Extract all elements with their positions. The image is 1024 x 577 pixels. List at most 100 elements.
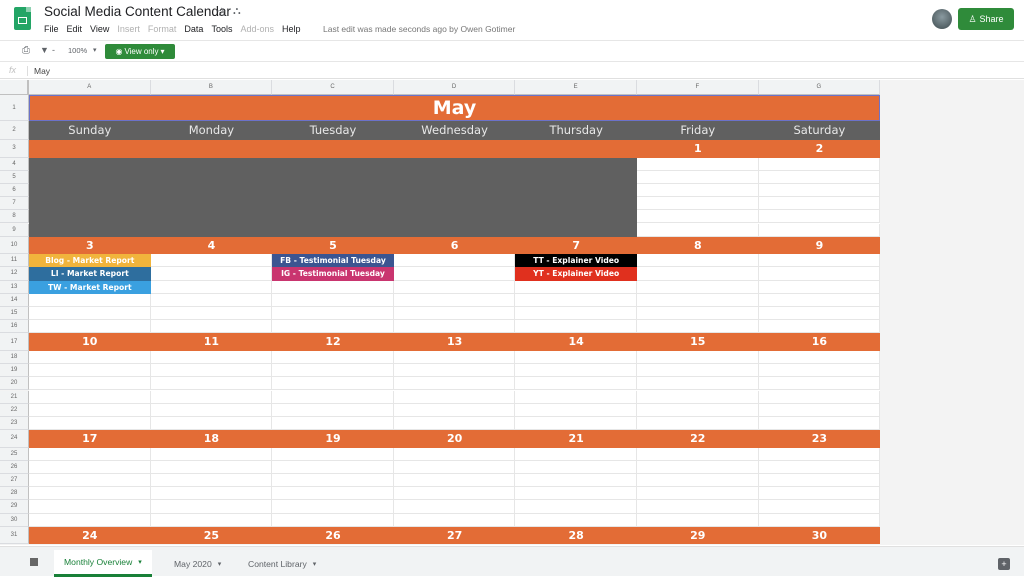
cell[interactable]: [393, 267, 516, 281]
cell[interactable]: [272, 293, 394, 307]
cell[interactable]: [758, 403, 881, 417]
cell[interactable]: [637, 377, 759, 391]
row-header-9[interactable]: 9: [0, 223, 29, 237]
cell[interactable]: [393, 364, 516, 378]
cell[interactable]: [272, 403, 394, 417]
cell[interactable]: [515, 416, 637, 431]
select-all-corner[interactable]: [0, 80, 29, 95]
cell[interactable]: [272, 350, 394, 365]
cell[interactable]: [150, 403, 273, 417]
cell[interactable]: [272, 320, 394, 334]
cell[interactable]: [637, 170, 759, 184]
date-number[interactable]: 2: [759, 142, 881, 155]
cell[interactable]: [150, 447, 273, 461]
cell[interactable]: [637, 460, 759, 474]
cell[interactable]: [272, 364, 394, 378]
cell[interactable]: [758, 267, 881, 281]
cell[interactable]: [515, 500, 637, 514]
cell[interactable]: [150, 320, 273, 334]
cell[interactable]: [29, 307, 151, 321]
cell[interactable]: [637, 500, 759, 514]
date-number[interactable]: 14: [515, 335, 637, 348]
cell[interactable]: [393, 474, 516, 488]
cell[interactable]: [150, 460, 273, 474]
cell[interactable]: [393, 307, 516, 321]
cell[interactable]: [29, 403, 151, 417]
cell[interactable]: [515, 293, 637, 307]
cell[interactable]: [515, 377, 637, 391]
cell[interactable]: [637, 390, 759, 404]
date-number[interactable]: 1: [637, 142, 759, 155]
column-header-c[interactable]: C: [272, 80, 394, 95]
date-number[interactable]: 4: [151, 239, 273, 252]
cell[interactable]: [758, 320, 881, 334]
cell[interactable]: [515, 350, 637, 365]
cell[interactable]: [758, 390, 881, 404]
calendar-event[interactable]: TW - Market Report: [29, 280, 151, 294]
cell[interactable]: [29, 447, 151, 461]
date-number[interactable]: 20: [394, 432, 516, 445]
cell[interactable]: [393, 500, 516, 514]
row-header-23[interactable]: 23: [0, 416, 29, 431]
row-header-10[interactable]: 10: [0, 236, 29, 255]
cell[interactable]: [150, 364, 273, 378]
cell[interactable]: [758, 210, 881, 224]
cell[interactable]: [758, 293, 881, 307]
date-number[interactable]: 10: [29, 335, 151, 348]
cell[interactable]: [637, 513, 759, 527]
date-number[interactable]: 21: [515, 432, 637, 445]
row-header-31[interactable]: 31: [0, 526, 29, 545]
cell[interactable]: [29, 390, 151, 404]
cell[interactable]: [393, 487, 516, 501]
cell[interactable]: [29, 416, 151, 431]
sheets-logo-icon[interactable]: [14, 7, 31, 30]
cell[interactable]: [637, 364, 759, 378]
tab-monthly-overview[interactable]: Monthly Overview ▾: [54, 550, 152, 577]
row-header-26[interactable]: 26: [0, 460, 29, 474]
cell[interactable]: [393, 320, 516, 334]
cell[interactable]: [515, 403, 637, 417]
cell[interactable]: [515, 487, 637, 501]
cell[interactable]: [150, 307, 273, 321]
cell[interactable]: [29, 460, 151, 474]
date-number[interactable]: 12: [272, 335, 394, 348]
cell[interactable]: [29, 500, 151, 514]
last-edit-status[interactable]: Last edit was made seconds ago by Owen G…: [323, 24, 515, 34]
cell[interactable]: [29, 293, 151, 307]
spreadsheet-grid[interactable]: ABCDEFG 1 2 3 4 5 6 7 8 9 10 11 12 13 14 15 16 17 18 19 20 2…: [0, 80, 1024, 545]
cell[interactable]: [637, 416, 759, 431]
cell[interactable]: [272, 307, 394, 321]
menu-help[interactable]: Help: [282, 24, 301, 34]
cell[interactable]: [758, 364, 881, 378]
cell[interactable]: [393, 390, 516, 404]
row-header-5[interactable]: 5: [0, 170, 29, 184]
date-number[interactable]: 24: [29, 529, 151, 542]
cell[interactable]: [272, 513, 394, 527]
cell[interactable]: [515, 447, 637, 461]
print-icon[interactable]: ⎙: [22, 45, 30, 56]
cell[interactable]: [272, 487, 394, 501]
cell[interactable]: [637, 280, 759, 294]
cell[interactable]: [393, 513, 516, 527]
row-header-28[interactable]: 28: [0, 487, 29, 501]
date-number[interactable]: 3: [29, 239, 151, 252]
row-header-30[interactable]: 30: [0, 513, 29, 527]
cell[interactable]: [150, 500, 273, 514]
cell[interactable]: [758, 377, 881, 391]
cell[interactable]: [150, 377, 273, 391]
view-only-button[interactable]: ◉ View only ▾: [105, 44, 175, 59]
date-number[interactable]: 7: [515, 239, 637, 252]
row-header-17[interactable]: 17: [0, 333, 29, 351]
row-header-29[interactable]: 29: [0, 500, 29, 514]
drive-status-icon[interactable]: ⛬: [233, 5, 241, 18]
all-sheets-icon[interactable]: [30, 558, 38, 566]
column-header-g[interactable]: G: [758, 80, 881, 95]
cell[interactable]: [637, 210, 759, 224]
cell[interactable]: [272, 500, 394, 514]
cell[interactable]: [758, 460, 881, 474]
row-header-11[interactable]: 11: [0, 254, 29, 268]
menu-data[interactable]: Data: [184, 24, 203, 34]
date-number[interactable]: 13: [394, 335, 516, 348]
date-number[interactable]: 27: [394, 529, 516, 542]
cell[interactable]: [637, 320, 759, 334]
